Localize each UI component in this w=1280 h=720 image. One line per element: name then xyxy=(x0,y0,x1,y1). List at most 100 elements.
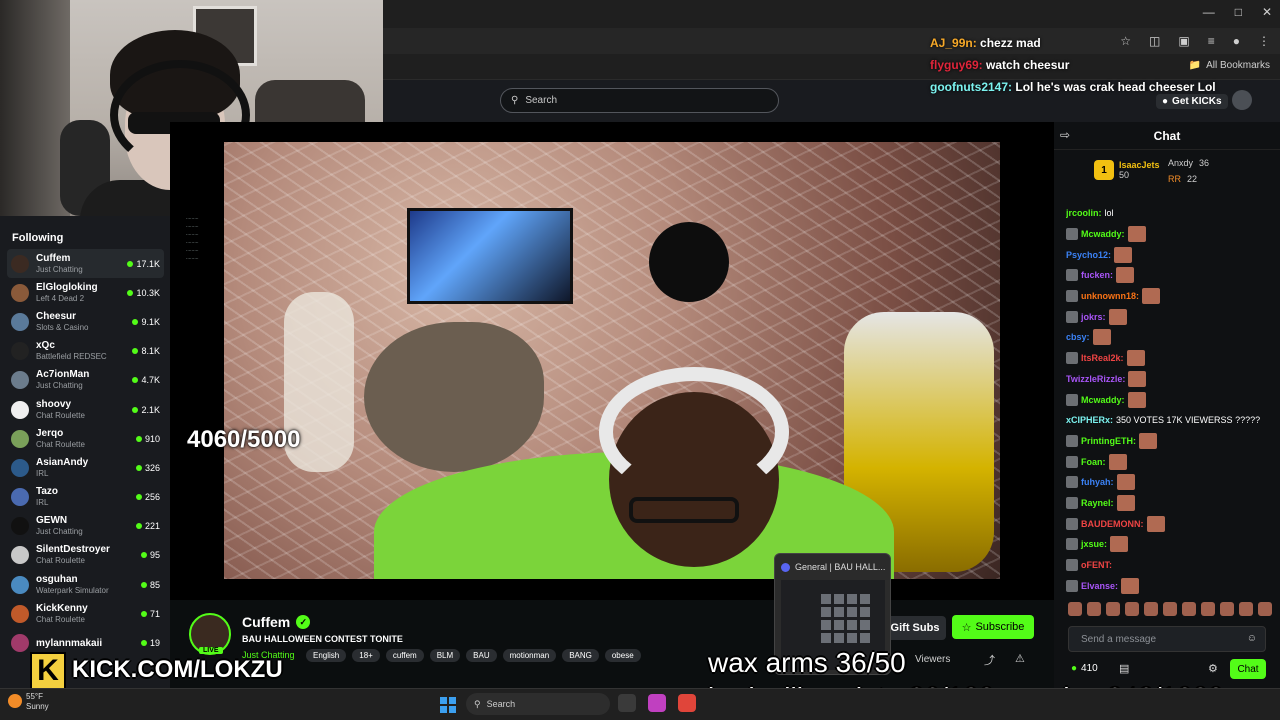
leader-third[interactable]: RR 22 xyxy=(1168,174,1197,184)
chat-username[interactable]: BAUDEMONN: xyxy=(1081,519,1144,529)
close-icon[interactable]: ✕ xyxy=(1262,5,1272,19)
user-badge-icon xyxy=(1066,434,1078,447)
gear-icon[interactable]: ⚙ xyxy=(1208,662,1218,675)
verified-icon: ✓ xyxy=(296,615,311,629)
minimize-icon[interactable]: — xyxy=(1203,5,1215,19)
search-input[interactable]: ⚲ Search xyxy=(500,88,779,113)
kicks-balance[interactable]: ● 410 xyxy=(1071,663,1098,674)
emoji-icon[interactable]: ☺ xyxy=(1247,633,1257,644)
viewer-count: 17.1K xyxy=(127,259,160,269)
emote[interactable] xyxy=(1087,602,1101,616)
emote[interactable] xyxy=(1068,602,1082,616)
sidebar-channel[interactable]: ElGlogloking Left 4 Dead 2 10.3K xyxy=(7,278,164,307)
emote[interactable] xyxy=(1144,602,1158,616)
gift-subs-button[interactable]: Gift Subs xyxy=(884,616,946,640)
user-avatar[interactable] xyxy=(1232,90,1252,110)
sidebar-channel[interactable]: Cuffem Just Chatting 17.1K xyxy=(7,249,164,279)
store-icon[interactable]: ▤ xyxy=(1119,662,1129,675)
report-icon[interactable]: ⚠ xyxy=(1015,652,1025,665)
chrome-icon[interactable] xyxy=(678,694,696,712)
user-badge-icon xyxy=(1066,455,1078,468)
sidebar-channel[interactable]: GEWN Just Chatting 221 xyxy=(7,512,164,541)
leader-first[interactable]: 1 IsaacJets 50 xyxy=(1094,160,1160,180)
subscribe-button[interactable]: ☆ Subscribe xyxy=(952,615,1034,639)
chat-username[interactable]: ItsReal2k: xyxy=(1081,353,1124,363)
chat-message: Foan: xyxy=(1066,451,1271,472)
emote-icon xyxy=(1110,536,1129,553)
sidebar-channel[interactable]: xQc Battlefield REDSEC 8.1K xyxy=(7,337,164,366)
emote[interactable] xyxy=(1163,602,1177,616)
emote[interactable] xyxy=(1182,602,1196,616)
channel-name: SilentDestroyer xyxy=(36,544,110,556)
emote[interactable] xyxy=(1239,602,1253,616)
emote-icon xyxy=(1126,350,1145,367)
sidebar-channel[interactable]: shoovy Chat Roulette 2.1K xyxy=(7,395,164,424)
tag-chip[interactable]: BANG xyxy=(562,649,599,662)
chat-username[interactable]: unknownn18: xyxy=(1081,291,1139,301)
emote[interactable] xyxy=(1201,602,1215,616)
chat-username[interactable]: Elvanse: xyxy=(1081,581,1118,591)
tag-chip[interactable]: 18+ xyxy=(352,649,380,662)
emote[interactable] xyxy=(1220,602,1234,616)
tag-chip[interactable]: obese xyxy=(604,649,641,662)
chat-username[interactable]: jxsue: xyxy=(1081,539,1107,549)
chat-username[interactable]: Mcwaddy: xyxy=(1081,229,1125,239)
emote[interactable] xyxy=(1258,602,1272,616)
sidebar-channel[interactable]: SilentDestroyer Chat Roulette 95 xyxy=(7,541,164,570)
chat-username[interactable]: Psycho12: xyxy=(1066,250,1111,260)
sidebar-channel[interactable]: KickKenny Chat Roulette 71 xyxy=(7,599,164,628)
tag-chip[interactable]: motionman xyxy=(502,649,557,662)
streamer-name[interactable]: Cuffem ✓ xyxy=(242,614,311,630)
sidebar-channel[interactable]: osguhan Waterpark Simulator 85 xyxy=(7,570,164,599)
share-icon[interactable]: ⤴ xyxy=(984,652,995,668)
profile-icon[interactable]: ● xyxy=(1233,34,1240,48)
file-explorer-icon[interactable] xyxy=(618,694,636,712)
chat-username[interactable]: jokrs: xyxy=(1081,312,1106,322)
windows-start-icon[interactable] xyxy=(440,697,456,713)
channel-category: Just Chatting xyxy=(36,264,83,274)
channel-name: Ac7ionMan xyxy=(36,369,90,381)
chat-username[interactable]: Raynel: xyxy=(1081,498,1114,508)
send-chat-button[interactable]: Chat xyxy=(1230,659,1266,679)
channel-name: AsianAndy xyxy=(36,456,89,468)
stream-video[interactable] xyxy=(224,142,1000,579)
viewer-count: 9.1K xyxy=(132,317,160,327)
chat-username[interactable]: TwizzleRizzle: xyxy=(1066,374,1125,384)
tag-chip[interactable]: cuffem xyxy=(385,649,424,662)
tag-chip[interactable]: BAU xyxy=(466,649,497,662)
restore-icon[interactable]: □ xyxy=(1235,5,1242,19)
chat-input[interactable]: Send a message ☺ xyxy=(1068,626,1266,652)
emote-icon xyxy=(1139,432,1157,449)
chat-username[interactable]: jrcoolin: xyxy=(1066,208,1102,218)
emote-icon xyxy=(1092,329,1111,346)
more-icon[interactable]: ⋮ xyxy=(1258,34,1270,48)
taskbar-search[interactable]: ⚲ Search xyxy=(466,693,610,715)
weather-widget[interactable]: 55°F Sunny xyxy=(26,692,49,712)
chat-username[interactable]: fucken: xyxy=(1081,270,1113,280)
chat-username[interactable]: cbsy: xyxy=(1066,332,1090,342)
leader-second[interactable]: Anxdy 36 xyxy=(1168,158,1209,168)
chat-username[interactable]: oFENT: xyxy=(1081,560,1112,570)
sidebar-channel[interactable]: Ac7ionMan Just Chatting 4.7K xyxy=(7,366,164,395)
copilot-icon[interactable] xyxy=(648,694,666,712)
channel-category: IRL xyxy=(36,498,49,508)
emote[interactable] xyxy=(1125,602,1139,616)
user-badge-icon xyxy=(1066,517,1078,530)
chat-username[interactable]: Foan: xyxy=(1081,457,1106,467)
emote[interactable] xyxy=(1106,602,1120,616)
viewer-count: 256 xyxy=(135,492,160,502)
chat-username[interactable]: Mcwaddy: xyxy=(1081,395,1125,405)
sidebar-channel[interactable]: AsianAndy IRL 326 xyxy=(7,453,164,482)
tag-chip[interactable]: English xyxy=(306,649,347,662)
channel-avatar xyxy=(11,458,29,477)
tag-chip[interactable]: BLM xyxy=(429,649,461,662)
user-badge-icon xyxy=(1066,269,1078,282)
sidebar-channel[interactable]: Tazo IRL 256 xyxy=(7,483,164,512)
chat-username[interactable]: fuhyah: xyxy=(1081,477,1114,487)
chat-username[interactable]: xCIPHERx: xyxy=(1066,415,1113,425)
sidebar-channel[interactable]: Cheesur Slots & Casino 9.1K xyxy=(7,307,164,336)
sidebar-channel[interactable]: Jerqo Chat Roulette 910 xyxy=(7,424,164,453)
chat-message: Mcwaddy: xyxy=(1066,389,1271,410)
chat-username[interactable]: PrintingETH: xyxy=(1081,436,1136,446)
collapse-chat-icon[interactable]: ⇨ xyxy=(1060,128,1070,142)
